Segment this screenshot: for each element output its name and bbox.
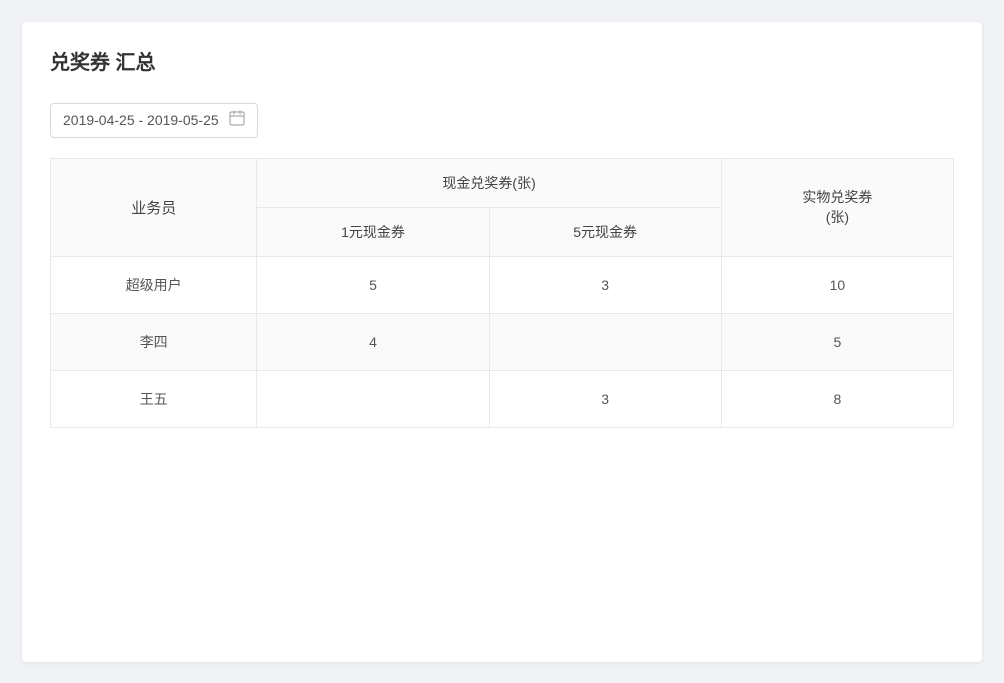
- cell-cash1yuan: [257, 370, 489, 427]
- page-title: 兑奖券 汇总: [50, 46, 954, 75]
- col-physical-coupons: 实物兑奖券 (张): [721, 158, 953, 256]
- cell-cash5yuan: 3: [489, 370, 721, 427]
- main-card: 兑奖券 汇总 2019-04-25 - 2019-05-25 业务员 现金兑奖券…: [22, 22, 982, 662]
- col-cash-1yuan: 1元现金券: [257, 207, 489, 256]
- cell-cash1yuan: 5: [257, 256, 489, 313]
- cell-salesperson: 李四: [51, 313, 257, 370]
- cell-lici: 5: [721, 313, 953, 370]
- col-salesperson: 业务员: [51, 158, 257, 256]
- date-picker-value: 2019-04-25 - 2019-05-25: [63, 112, 219, 128]
- col-cash-coupons-header: 现金兑奖券(张): [257, 158, 721, 207]
- summary-table: 业务员 现金兑奖券(张) 实物兑奖券 (张) 1元现金券 5元现金券 超级用户 …: [50, 158, 954, 428]
- cell-lici: 8: [721, 370, 953, 427]
- table-row: 李四 4 5: [51, 313, 954, 370]
- col-cash-5yuan: 5元现金券: [489, 207, 721, 256]
- table-row: 王五 3 8: [51, 370, 954, 427]
- cell-salesperson: 王五: [51, 370, 257, 427]
- table-row: 超级用户 5 3 10: [51, 256, 954, 313]
- cell-cash1yuan: 4: [257, 313, 489, 370]
- date-picker[interactable]: 2019-04-25 - 2019-05-25: [50, 103, 258, 138]
- cell-lici: 10: [721, 256, 953, 313]
- cell-cash5yuan: 3: [489, 256, 721, 313]
- cell-salesperson: 超级用户: [51, 256, 257, 313]
- calendar-icon: [229, 110, 245, 131]
- cell-cash5yuan: [489, 313, 721, 370]
